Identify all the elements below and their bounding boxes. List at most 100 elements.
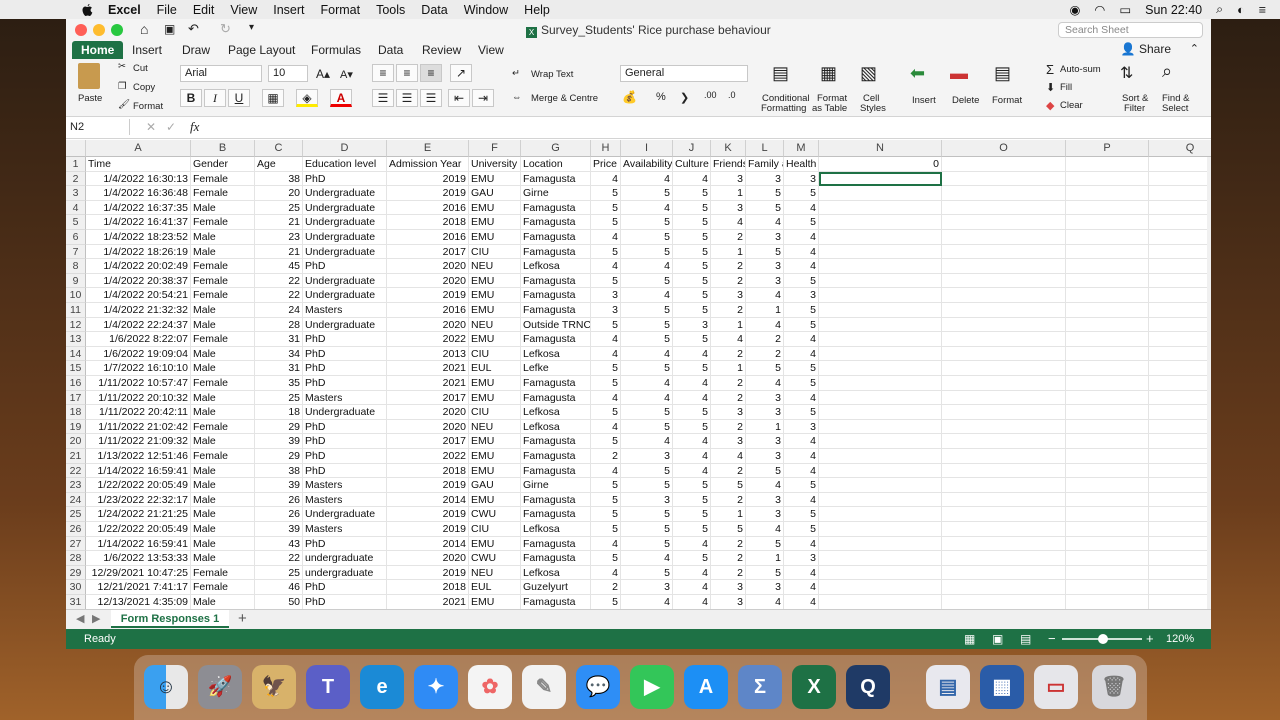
cell-a21[interactable]: 1/13/2022 12:51:46 xyxy=(86,449,191,464)
cell-l14[interactable]: 2 xyxy=(746,346,784,362)
cell-c12[interactable]: 28 xyxy=(255,317,303,333)
row-header[interactable]: 5 xyxy=(66,215,86,230)
cell-k13[interactable]: 4 xyxy=(711,332,746,347)
row-header[interactable]: 25 xyxy=(66,507,86,522)
cell-h2[interactable]: 4 xyxy=(591,171,621,187)
cell-p10[interactable] xyxy=(1066,288,1149,303)
cell-c4[interactable]: 25 xyxy=(255,200,303,216)
cell-l2[interactable]: 3 xyxy=(746,171,784,187)
cell-n7[interactable] xyxy=(819,244,942,260)
cell-j7[interactable]: 5 xyxy=(673,244,711,260)
row-header[interactable]: 23 xyxy=(66,478,86,493)
cell-b26[interactable]: Male xyxy=(191,522,255,537)
cell-c7[interactable]: 21 xyxy=(255,244,303,260)
cell-p3[interactable] xyxy=(1066,186,1149,201)
cell-a30[interactable]: 12/21/2021 7:41:17 xyxy=(86,580,191,595)
orientation-icon[interactable]: ↗ xyxy=(450,64,472,82)
cell-e2[interactable]: 2019 xyxy=(387,171,469,187)
cell-k9[interactable]: 2 xyxy=(711,273,746,289)
cell-f14[interactable]: CIU xyxy=(469,346,521,362)
tab-view[interactable]: View xyxy=(478,41,504,59)
cell-p19[interactable] xyxy=(1066,419,1149,435)
cell-o9[interactable] xyxy=(942,273,1066,289)
cell-a27[interactable]: 1/14/2022 16:59:41 xyxy=(86,536,191,552)
cell-a24[interactable]: 1/23/2022 22:32:17 xyxy=(86,492,191,508)
cell-d4[interactable]: Undergraduate xyxy=(303,200,387,216)
cell-n21[interactable] xyxy=(819,449,942,464)
cell-k20[interactable]: 3 xyxy=(711,434,746,449)
row-header[interactable]: 27 xyxy=(66,536,86,552)
cell-p30[interactable] xyxy=(1066,580,1149,595)
cell-g9[interactable]: Famagusta xyxy=(521,273,591,289)
cell-m8[interactable]: 4 xyxy=(784,259,819,274)
cell-h28[interactable]: 5 xyxy=(591,551,621,566)
cell-d31[interactable]: PhD xyxy=(303,595,387,609)
cell-o27[interactable] xyxy=(942,536,1066,552)
cell-l29[interactable]: 5 xyxy=(746,565,784,581)
cell-i11[interactable]: 5 xyxy=(621,303,673,318)
cell-m23[interactable]: 5 xyxy=(784,478,819,493)
cell-c9[interactable]: 22 xyxy=(255,273,303,289)
cell-m7[interactable]: 4 xyxy=(784,244,819,260)
share-button[interactable]: 👤 Share xyxy=(1121,42,1171,56)
cell-f2[interactable]: EMU xyxy=(469,171,521,187)
cell-f7[interactable]: CIU xyxy=(469,244,521,260)
cell-n26[interactable] xyxy=(819,522,942,537)
cell-k21[interactable]: 4 xyxy=(711,449,746,464)
cell-k3[interactable]: 1 xyxy=(711,186,746,201)
cell-e19[interactable]: 2020 xyxy=(387,419,469,435)
row-header[interactable]: 24 xyxy=(66,492,86,508)
cell-c14[interactable]: 34 xyxy=(255,346,303,362)
menu-insert[interactable]: Insert xyxy=(273,3,304,17)
cell-p1[interactable] xyxy=(1066,157,1149,172)
cell-a20[interactable]: 1/11/2022 21:09:32 xyxy=(86,434,191,449)
cell-j15[interactable]: 5 xyxy=(673,361,711,376)
column-header-e[interactable]: E xyxy=(387,140,469,157)
quicktime-icon[interactable]: Q xyxy=(846,665,890,709)
cell-e17[interactable]: 2017 xyxy=(387,390,469,406)
cell-d10[interactable]: Undergraduate xyxy=(303,288,387,303)
cell-j11[interactable]: 5 xyxy=(673,303,711,318)
cell-i15[interactable]: 5 xyxy=(621,361,673,376)
cell-j29[interactable]: 4 xyxy=(673,565,711,581)
cell-c19[interactable]: 29 xyxy=(255,419,303,435)
cell-d7[interactable]: Undergraduate xyxy=(303,244,387,260)
cell-j26[interactable]: 5 xyxy=(673,522,711,537)
cell-g25[interactable]: Famagusta xyxy=(521,507,591,522)
cell-f10[interactable]: EMU xyxy=(469,288,521,303)
cell-h1[interactable]: Price xyxy=(591,157,621,172)
normal-view-icon[interactable]: ▦ xyxy=(964,629,975,649)
cell-k15[interactable]: 1 xyxy=(711,361,746,376)
cell-l27[interactable]: 5 xyxy=(746,536,784,552)
cell-a29[interactable]: 12/29/2021 10:47:25 xyxy=(86,565,191,581)
cell-o31[interactable] xyxy=(942,595,1066,609)
cell-o13[interactable] xyxy=(942,332,1066,347)
cell-g27[interactable]: Famagusta xyxy=(521,536,591,552)
cell-l13[interactable]: 2 xyxy=(746,332,784,347)
cell-l20[interactable]: 3 xyxy=(746,434,784,449)
add-sheet-icon[interactable]: + xyxy=(238,610,247,627)
cell-n19[interactable] xyxy=(819,419,942,435)
cell-i16[interactable]: 4 xyxy=(621,376,673,391)
tab-home[interactable]: Home xyxy=(72,41,124,59)
cell-q19[interactable] xyxy=(1149,420,1211,435)
cell-i12[interactable]: 5 xyxy=(621,317,673,333)
cell-a16[interactable]: 1/11/2022 10:57:47 xyxy=(86,376,191,391)
cell-f22[interactable]: EMU xyxy=(469,463,521,479)
format-as-table-label-2[interactable]: as Table xyxy=(812,103,847,114)
cell-b18[interactable]: Male xyxy=(191,405,255,420)
cell-j2[interactable]: 4 xyxy=(673,171,711,187)
cell-e28[interactable]: 2020 xyxy=(387,551,469,566)
cell-i4[interactable]: 4 xyxy=(621,200,673,216)
cell-k14[interactable]: 2 xyxy=(711,346,746,362)
cell-m15[interactable]: 5 xyxy=(784,361,819,376)
launchpad-icon[interactable]: 🚀 xyxy=(198,665,242,709)
percent-icon[interactable]: % xyxy=(656,91,666,103)
cell-d20[interactable]: PhD xyxy=(303,434,387,449)
cell-d23[interactable]: Masters xyxy=(303,478,387,493)
column-header-k[interactable]: K xyxy=(711,140,746,157)
cell-q28[interactable] xyxy=(1149,551,1211,566)
cell-q4[interactable] xyxy=(1149,201,1211,216)
edge-icon[interactable]: e xyxy=(360,665,404,709)
row-header[interactable]: 15 xyxy=(66,361,86,376)
